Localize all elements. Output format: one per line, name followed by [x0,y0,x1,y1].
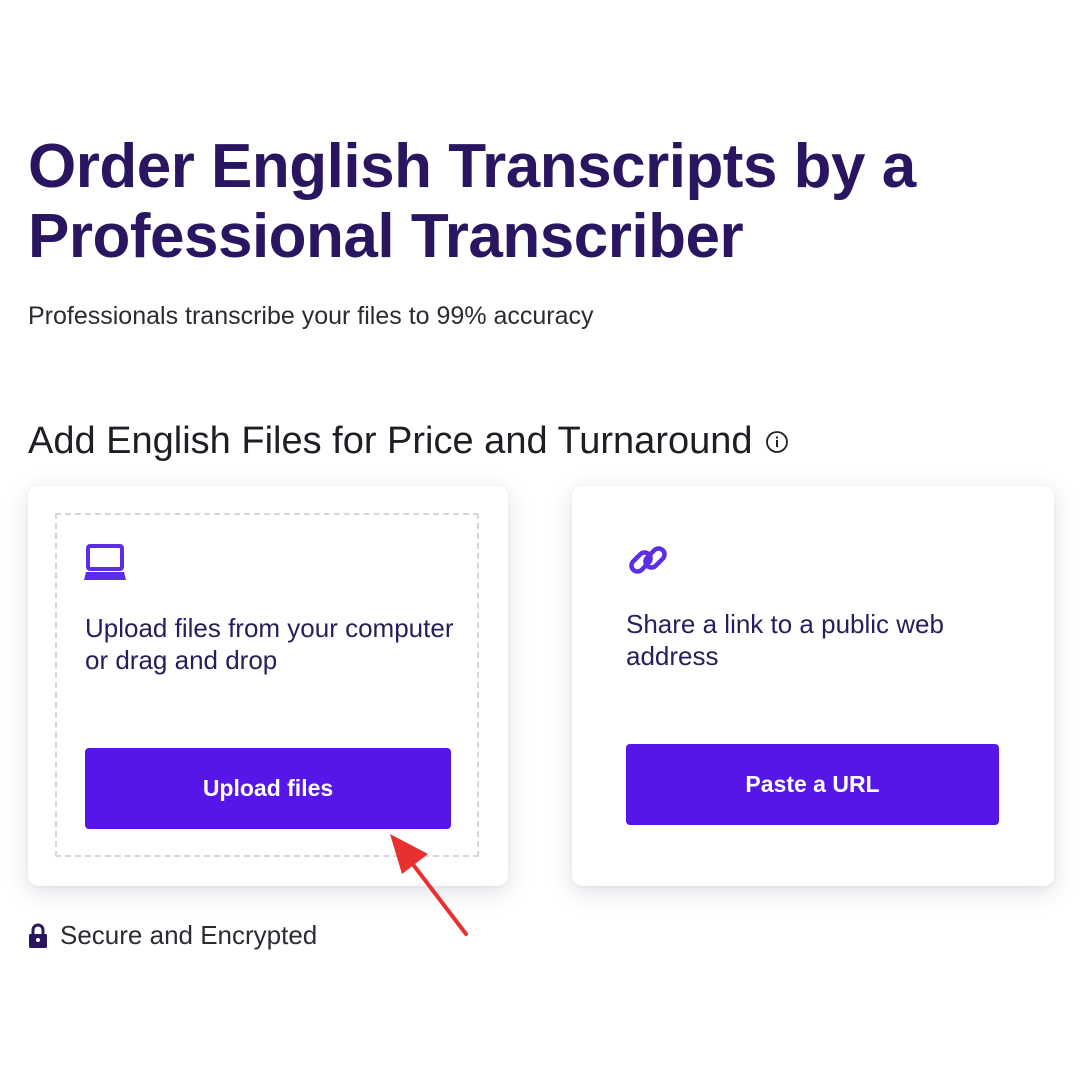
laptop-icon [84,542,128,586]
paste-url-button[interactable]: Paste a URL [626,744,999,825]
url-card-text: Share a link to a public web address [626,609,944,671]
upload-card-text: Upload files from your computer or drag … [85,613,454,675]
secure-notice: Secure and Encrypted [28,920,317,951]
page-subtitle: Professionals transcribe your files to 9… [28,302,594,330]
info-circle-icon[interactable] [765,430,789,454]
section-heading-label: Add English Files for Price and Turnarou… [28,420,753,462]
link-icon [626,538,670,582]
upload-files-button[interactable]: Upload files [85,748,451,829]
lock-icon [28,923,48,949]
section-heading: Add English Files for Price and Turnarou… [28,420,789,463]
page-title: Order English Transcripts by a Professio… [28,132,916,271]
url-card: Share a link to a public web address Pas… [572,486,1054,886]
red-arrow-icon [390,834,468,936]
page: Order English Transcripts by a Professio… [0,0,1080,1080]
secure-label: Secure and Encrypted [60,920,318,950]
